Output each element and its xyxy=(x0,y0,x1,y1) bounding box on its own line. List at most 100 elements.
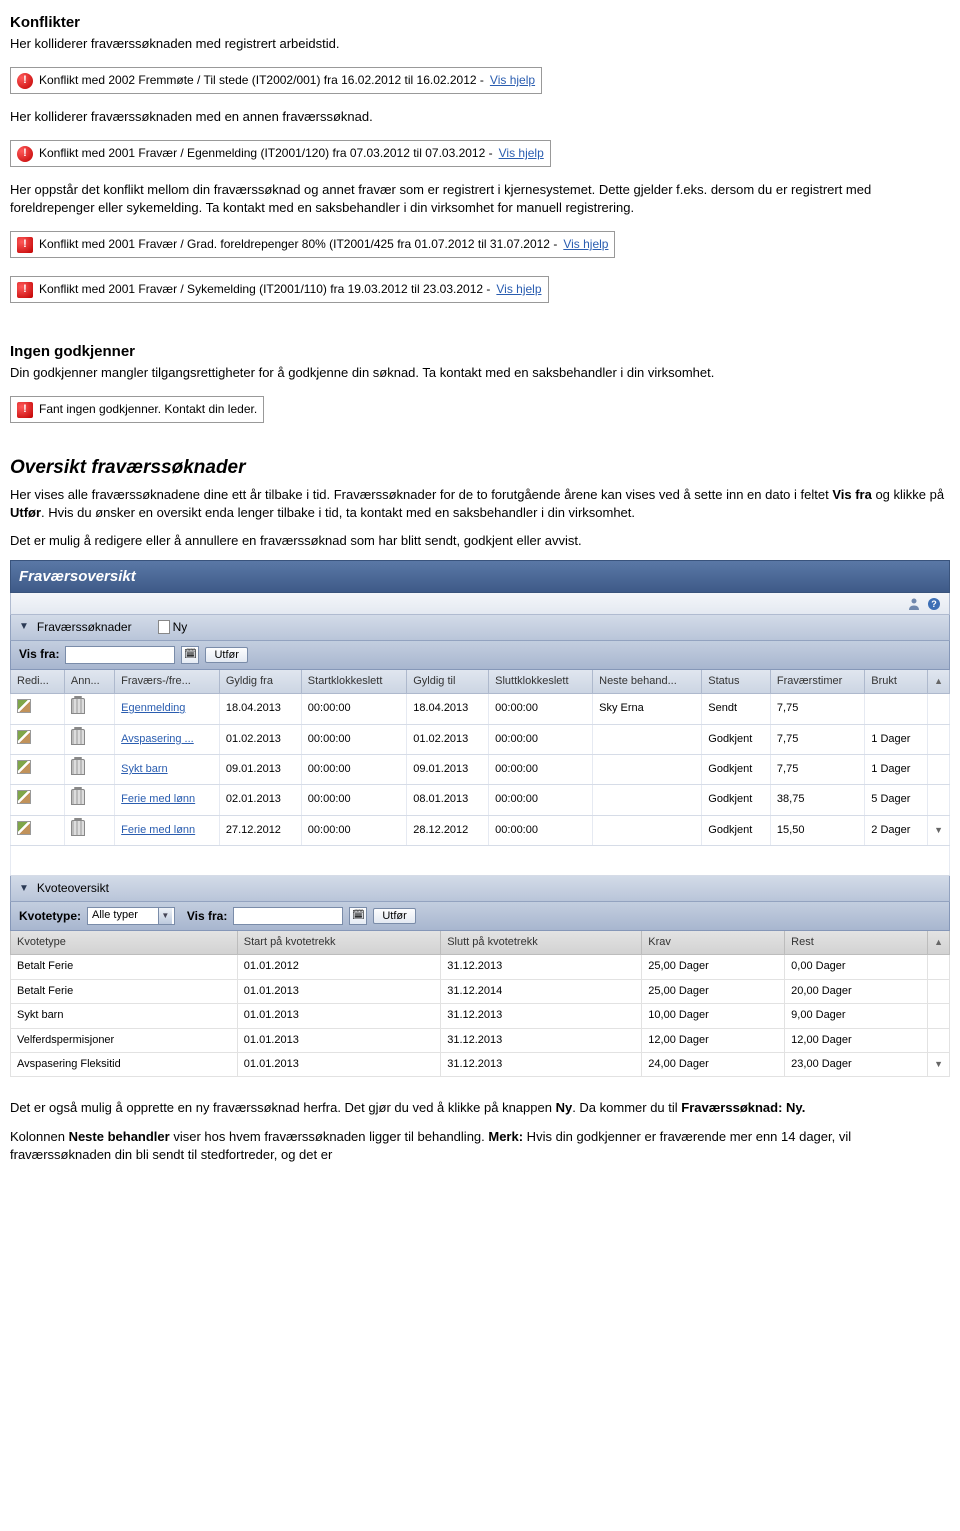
alert-text: Fant ingen godkjenner. Kontakt din leder… xyxy=(39,401,257,418)
absence-type-link[interactable]: Egenmelding xyxy=(121,702,185,714)
col-quota-req[interactable]: Krav xyxy=(642,931,785,955)
scrollbar-track[interactable] xyxy=(928,724,950,754)
col-status[interactable]: Status xyxy=(702,670,771,694)
col-next[interactable]: Neste behand... xyxy=(593,670,702,694)
show-help-link[interactable]: Vis hjelp xyxy=(499,145,544,162)
collapse-icon[interactable]: ▼ xyxy=(19,882,29,896)
calendar-icon[interactable]: 🗓 xyxy=(349,907,367,925)
scrollbar-track[interactable] xyxy=(928,979,950,1003)
table-row: Sykt barn09.01.201300:00:0009.01.201300:… xyxy=(11,755,950,785)
col-delete[interactable]: Ann... xyxy=(64,670,114,694)
show-help-link[interactable]: Vis hjelp xyxy=(496,281,541,298)
cell-quota-rest: 9,00 Dager xyxy=(785,1004,928,1028)
col-to[interactable]: Gyldig til xyxy=(407,670,489,694)
absence-type-link[interactable]: Ferie med lønn xyxy=(121,824,195,836)
col-start[interactable]: Startklokkeslett xyxy=(301,670,406,694)
col-end[interactable]: Sluttklokkeslett xyxy=(489,670,593,694)
show-help-link[interactable]: Vis hjelp xyxy=(490,72,535,89)
col-quota-end[interactable]: Slutt på kvotetrekk xyxy=(441,931,642,955)
scrollbar-track[interactable] xyxy=(928,955,950,979)
subsection-applications[interactable]: ▼ Fraværssøknader Ny xyxy=(10,615,950,641)
new-button[interactable]: Ny xyxy=(158,619,188,636)
cell-from: 01.02.2013 xyxy=(219,724,301,754)
kvotetype-label: Kvotetype: xyxy=(19,908,81,925)
cell-quota-rest: 12,00 Dager xyxy=(785,1028,928,1052)
edit-icon[interactable] xyxy=(17,790,31,804)
cell-from: 09.01.2013 xyxy=(219,755,301,785)
scrollbar-track[interactable] xyxy=(928,694,950,724)
cell-quota-rest: 23,00 Dager xyxy=(785,1052,928,1076)
text: og klikke på xyxy=(872,487,944,502)
cell-used xyxy=(865,694,928,724)
cell-quota-end: 31.12.2013 xyxy=(441,1052,642,1076)
alert-text: Konflikt med 2001 Fravær / Grad. foreldr… xyxy=(39,236,557,253)
scroll-up[interactable]: ▲ xyxy=(928,931,950,955)
subsection-label: Kvoteoversikt xyxy=(37,880,109,897)
kvotetype-select[interactable]: Alle typer ▼ xyxy=(87,907,175,925)
scroll-down[interactable]: ▼ xyxy=(928,815,950,845)
col-hours[interactable]: Fraværstimer xyxy=(770,670,864,694)
cell-quota-req: 25,00 Dager xyxy=(642,979,785,1003)
subsection-quota[interactable]: ▼ Kvoteoversikt xyxy=(10,876,950,902)
col-quota-rest[interactable]: Rest xyxy=(785,931,928,955)
scroll-up[interactable]: ▲ xyxy=(928,670,950,694)
edit-icon[interactable] xyxy=(17,760,31,774)
scrollbar-track[interactable] xyxy=(928,785,950,815)
col-type[interactable]: Fraværs-/fre... xyxy=(115,670,220,694)
table-row: Betalt Ferie01.01.201331.12.201425,00 Da… xyxy=(11,979,950,1003)
cell-to: 09.01.2013 xyxy=(407,755,489,785)
subsection-label: Fraværssøknader xyxy=(37,619,132,636)
scroll-down[interactable]: ▼ xyxy=(928,1052,950,1076)
cell-status: Godkjent xyxy=(702,785,771,815)
cell-quota-type: Betalt Ferie xyxy=(11,979,238,1003)
cell-hours: 38,75 xyxy=(770,785,864,815)
calendar-icon[interactable]: 🗓 xyxy=(181,646,199,664)
vis-fra-input[interactable] xyxy=(65,646,175,664)
delete-icon[interactable] xyxy=(71,698,85,714)
delete-icon[interactable] xyxy=(71,759,85,775)
cell-quota-req: 24,00 Dager xyxy=(642,1052,785,1076)
cell-used: 1 Dager xyxy=(865,724,928,754)
edit-icon[interactable] xyxy=(17,730,31,744)
edit-icon[interactable] xyxy=(17,821,31,835)
cell-quota-req: 12,00 Dager xyxy=(642,1028,785,1052)
panel-title: Fraværsoversikt xyxy=(10,560,950,593)
edit-icon[interactable] xyxy=(17,699,31,713)
paragraph: Her oppstår det konflikt mellom din frav… xyxy=(10,181,950,217)
cell-quota-end: 31.12.2013 xyxy=(441,1004,642,1028)
col-quota-start[interactable]: Start på kvotetrekk xyxy=(237,931,440,955)
person-icon[interactable] xyxy=(907,597,921,611)
utfor-button[interactable]: Utfør xyxy=(205,647,247,663)
scrollbar-track[interactable] xyxy=(928,755,950,785)
delete-icon[interactable] xyxy=(71,820,85,836)
scrollbar-track[interactable] xyxy=(928,1004,950,1028)
text-bold: Vis fra xyxy=(832,487,872,502)
help-icon[interactable]: ? xyxy=(927,597,941,611)
vis-fra-input-quota[interactable] xyxy=(233,907,343,925)
cell-from: 02.01.2013 xyxy=(219,785,301,815)
absence-type-link[interactable]: Ferie med lønn xyxy=(121,793,195,805)
paragraph: Det er også mulig å opprette en ny fravæ… xyxy=(10,1099,950,1117)
cell-quota-type: Betalt Ferie xyxy=(11,955,238,979)
vis-fra-label: Vis fra: xyxy=(19,646,59,663)
cell-used: 1 Dager xyxy=(865,755,928,785)
no-approver-alert: ! Fant ingen godkjenner. Kontakt din led… xyxy=(10,396,264,423)
new-label: Ny xyxy=(173,619,188,636)
select-value: Alle typer xyxy=(92,908,138,923)
col-used[interactable]: Brukt xyxy=(865,670,928,694)
conflict-alert: ! Konflikt med 2001 Fravær / Grad. forel… xyxy=(10,231,615,258)
collapse-icon[interactable]: ▼ xyxy=(19,620,29,634)
delete-icon[interactable] xyxy=(71,789,85,805)
col-from[interactable]: Gyldig fra xyxy=(219,670,301,694)
absence-type-link[interactable]: Sykt barn xyxy=(121,763,167,775)
col-edit[interactable]: Redi... xyxy=(11,670,65,694)
delete-icon[interactable] xyxy=(71,729,85,745)
quota-table: Kvotetype Start på kvotetrekk Slutt på k… xyxy=(10,931,950,1077)
show-help-link[interactable]: Vis hjelp xyxy=(563,236,608,253)
col-quota-type[interactable]: Kvotetype xyxy=(11,931,238,955)
scrollbar-track[interactable] xyxy=(928,1028,950,1052)
text-bold: Ny xyxy=(556,1100,573,1115)
cell-start: 00:00:00 xyxy=(301,815,406,845)
utfor-button-quota[interactable]: Utfør xyxy=(373,908,415,924)
absence-type-link[interactable]: Avspasering ... xyxy=(121,733,194,745)
